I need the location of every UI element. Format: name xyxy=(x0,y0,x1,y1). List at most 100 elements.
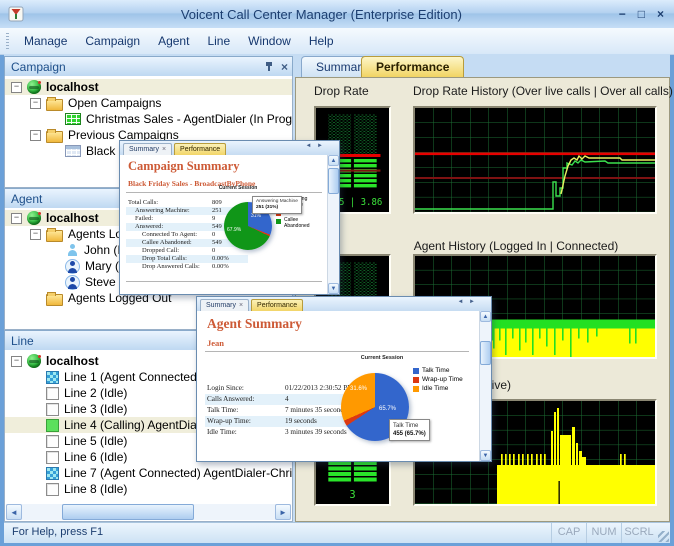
tree-item-open-campaigns[interactable]: − Open Campaigns xyxy=(5,95,292,111)
tree-expander-icon[interactable]: − xyxy=(30,98,41,109)
line-connected-icon xyxy=(46,371,59,384)
tree-item-label: Line 3 (Idle) xyxy=(64,402,127,416)
minimize-button[interactable]: − xyxy=(619,7,626,21)
tree-expander-icon[interactable]: − xyxy=(11,356,22,367)
close-button[interactable]: × xyxy=(657,7,664,21)
title-bar[interactable]: Voicent Call Center Manager (Enterprise … xyxy=(0,0,674,29)
line-calling-icon xyxy=(46,419,59,432)
tab-scroll-arrows-icon[interactable]: ◄ ► xyxy=(457,299,477,305)
tree-item-label: localhost xyxy=(46,211,99,225)
tree-expander-icon[interactable]: − xyxy=(11,82,22,93)
tree-expander-icon[interactable]: − xyxy=(11,213,22,224)
stat-label: Login Since: xyxy=(205,383,285,394)
tree-item-label: Line 5 (Idle) xyxy=(64,434,127,448)
close-tab-icon[interactable]: × xyxy=(162,146,166,153)
campaign-popup-tab-strip: Summary×Performance ◄ ► xyxy=(120,141,339,155)
stat-row-total-calls: Total Calls:809 xyxy=(126,199,248,207)
menu-item-manage[interactable]: Manage xyxy=(15,29,76,54)
folder-icon xyxy=(46,294,63,306)
tree-item-christmas-sales-agentdialer-in-progress[interactable]: Christmas Sales - AgentDialer (In Progre… xyxy=(5,111,292,127)
menu-item-window[interactable]: Window xyxy=(239,29,300,54)
legend-item-callee-abandoned: Callee Abandoned xyxy=(276,218,318,229)
menu-item-agent[interactable]: Agent xyxy=(149,29,198,54)
pie-slice-label: 67.9% xyxy=(227,227,241,233)
line-connected-icon xyxy=(46,467,59,480)
tree-item-label: Line 8 (Idle) xyxy=(64,482,127,496)
status-indicator-num: NUM xyxy=(586,523,621,543)
stat-label: Callee Abandoned: xyxy=(126,239,212,247)
campaign-panel-header[interactable]: Campaign × xyxy=(4,56,293,78)
folder-icon xyxy=(46,230,63,242)
session-label: Current Session xyxy=(208,185,268,191)
server-icon xyxy=(27,80,41,94)
campaign-summary-popup: Summary×Performance ◄ ► Campaign Summary … xyxy=(119,140,340,295)
menu-grip-handle[interactable] xyxy=(6,33,9,49)
close-tab-icon[interactable]: × xyxy=(239,302,243,309)
pie-slice-label: 31.6% xyxy=(350,386,367,392)
popup-tab-performance[interactable]: Performance xyxy=(251,299,303,311)
drop-rate-history-chart xyxy=(413,106,657,214)
stat-label: Calls Answered: xyxy=(205,394,285,405)
status-bar: For Help, press F1 CAPNUMSCRL xyxy=(4,522,670,543)
tree-item-line-8-idle[interactable]: Line 8 (Idle) xyxy=(5,481,292,497)
legend-item-talk-time: Talk Time xyxy=(413,367,465,374)
vertical-scrollbar[interactable]: ▲ ▼ xyxy=(327,155,339,294)
menu-item-help[interactable]: Help xyxy=(300,29,343,54)
tree-item-label: Open Campaigns xyxy=(68,96,161,110)
agent-busy-icon xyxy=(65,259,80,274)
horizontal-scrollbar[interactable]: ◄ ► xyxy=(6,504,291,520)
tab-performance[interactable]: Performance xyxy=(361,56,464,77)
campaign-summary-title: Campaign Summary xyxy=(128,159,239,174)
scroll-down-icon[interactable]: ▼ xyxy=(328,283,339,294)
maximize-button[interactable]: □ xyxy=(638,7,645,21)
resize-grip[interactable] xyxy=(658,531,669,542)
scroll-up-icon[interactable]: ▲ xyxy=(480,311,491,322)
tree-item-localhost[interactable]: − localhost xyxy=(5,79,292,95)
tree-expander-icon[interactable]: − xyxy=(30,130,41,141)
close-panel-icon[interactable]: × xyxy=(281,62,288,72)
window-title: Voicent Call Center Manager (Enterprise … xyxy=(24,7,619,22)
stat-label: Total Calls: xyxy=(126,199,212,207)
tree-expander-icon[interactable]: − xyxy=(30,229,41,240)
tab-scroll-arrows-icon[interactable]: ◄ ► xyxy=(305,143,325,149)
scroll-down-icon[interactable]: ▼ xyxy=(480,450,491,461)
tree-item-label: Line 7 (Agent Connected) AgentDialer-Chr… xyxy=(64,466,292,480)
menu-item-line[interactable]: Line xyxy=(198,29,239,54)
legend-label: Callee Abandoned xyxy=(284,218,318,229)
stat-value: 0.00% xyxy=(212,255,248,263)
scrollbar-thumb[interactable] xyxy=(328,168,339,194)
agent-idle-icon xyxy=(65,243,79,257)
folder-icon xyxy=(46,131,63,143)
app-icon xyxy=(8,6,24,22)
scroll-up-icon[interactable]: ▲ xyxy=(328,155,339,166)
status-indicator-cap: CAP xyxy=(551,523,586,543)
line-idle-icon xyxy=(46,435,59,448)
line-idle-icon xyxy=(46,403,59,416)
stat-label: Idle Time: xyxy=(205,427,285,438)
scrollbar-thumb[interactable] xyxy=(480,341,491,365)
tree-item-line-7-agent-connected-agentdialer-chris[interactable]: Line 7 (Agent Connected) AgentDialer-Chr… xyxy=(5,465,292,481)
tree-item-label: Line 2 (Idle) xyxy=(64,386,127,400)
scroll-left-icon[interactable]: ◄ xyxy=(6,504,22,520)
agent-summary-title: Agent Summary xyxy=(207,316,302,332)
popup-tab-summary[interactable]: Summary× xyxy=(200,299,249,311)
pie-tooltip: Talk Time 455 (65.7%) xyxy=(389,419,430,441)
campaign-panel-title: Campaign xyxy=(11,60,265,74)
agent-summary-subtitle: Jean xyxy=(207,338,224,348)
stat-label: Failed: xyxy=(126,215,212,223)
status-help-text: For Help, press F1 xyxy=(12,526,103,538)
scroll-right-icon[interactable]: ► xyxy=(275,504,291,520)
vertical-scrollbar[interactable]: ▲ ▼ xyxy=(479,311,491,461)
stat-label: Connected To Agent: xyxy=(126,231,212,239)
main-tab-strip: SummaryPerformance xyxy=(295,56,670,77)
scrollbar-thumb[interactable] xyxy=(62,504,194,520)
session-label: Current Session xyxy=(337,355,427,361)
popup-tab-performance[interactable]: Performance xyxy=(174,143,226,155)
tree-item-label: localhost xyxy=(46,80,99,94)
stat-row-dropped-call: Dropped Call:0 xyxy=(126,247,248,255)
popup-tab-summary[interactable]: Summary× xyxy=(123,143,172,155)
campaign-popup-body: Campaign Summary Black Friday Sales - Br… xyxy=(120,155,339,294)
pin-icon[interactable] xyxy=(265,62,274,72)
tree-item-label: Christmas Sales - AgentDialer (In Progre… xyxy=(86,112,292,126)
menu-item-campaign[interactable]: Campaign xyxy=(76,29,149,54)
